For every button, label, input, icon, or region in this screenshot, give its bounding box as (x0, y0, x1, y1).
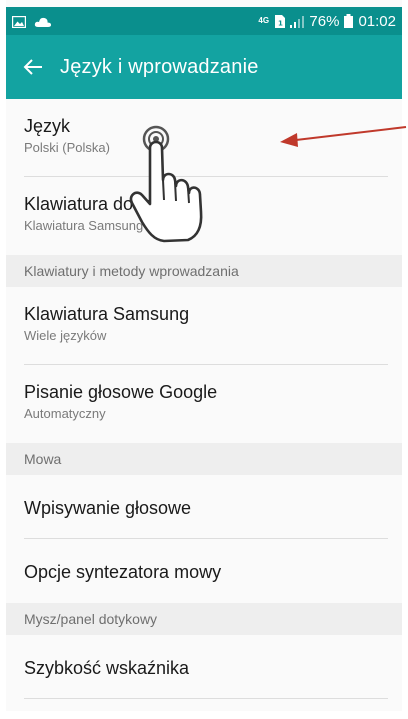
item-title: Klawiatura domyślna (24, 194, 191, 214)
status-right: 4G 1 76% 01:02 (258, 13, 396, 30)
svg-text:1: 1 (278, 20, 283, 28)
item-title: Język (24, 116, 71, 136)
battery-percent: 76% (309, 12, 340, 30)
gallery-icon (11, 15, 27, 29)
list-item-jezyk[interactable]: Język Polski (Polska) (6, 99, 402, 177)
app-bar: Język i wprowadzanie (6, 35, 402, 99)
item-subtitle: Wiele języków (24, 328, 107, 343)
battery-icon (344, 14, 354, 28)
item-subtitle: Klawiatura Samsung (24, 218, 144, 233)
clock: 01:02 (358, 12, 396, 30)
screen: 4G 1 76% 01:02 Język i wprowadzanie Języ… (6, 7, 402, 711)
settings-list: Język Polski (Polska) Klawiatura domyśln… (6, 99, 402, 699)
back-arrow-icon[interactable] (6, 35, 60, 99)
page-title: Język i wprowadzanie (60, 55, 259, 78)
status-left (11, 15, 52, 29)
divider (24, 698, 388, 699)
section-header: Mowa (6, 443, 402, 475)
item-title: Opcje syntezatora mowy (24, 562, 222, 582)
signal-icon (290, 15, 305, 28)
item-title: Klawiatura Samsung (24, 304, 190, 324)
section-header: Mysz/panel dotykowy (6, 603, 402, 635)
list-item-google-voice-typing[interactable]: Pisanie głosowe Google Automatyczny (6, 365, 402, 443)
item-title: Szybkość wskaźnika (24, 658, 190, 678)
item-title: Pisanie głosowe Google (24, 382, 218, 402)
network-type: 4G (258, 16, 270, 25)
cloud-icon (34, 15, 52, 27)
list-item-voice-input[interactable]: Wpisywanie głosowe (6, 475, 402, 539)
item-subtitle: Automatyczny (24, 406, 106, 421)
list-item-default-keyboard[interactable]: Klawiatura domyślna Klawiatura Samsung (6, 177, 402, 255)
item-subtitle: Polski (Polska) (24, 140, 110, 155)
list-item-pointer-speed[interactable]: Szybkość wskaźnika (6, 635, 402, 699)
section-header: Klawiatury i metody wprowadzania (6, 255, 402, 287)
list-item-samsung-keyboard[interactable]: Klawiatura Samsung Wiele języków (6, 287, 402, 365)
sim-icon: 1 (275, 15, 286, 28)
list-item-tts-options[interactable]: Opcje syntezatora mowy (6, 539, 402, 603)
item-title: Wpisywanie głosowe (24, 498, 192, 518)
status-bar: 4G 1 76% 01:02 (6, 7, 402, 35)
